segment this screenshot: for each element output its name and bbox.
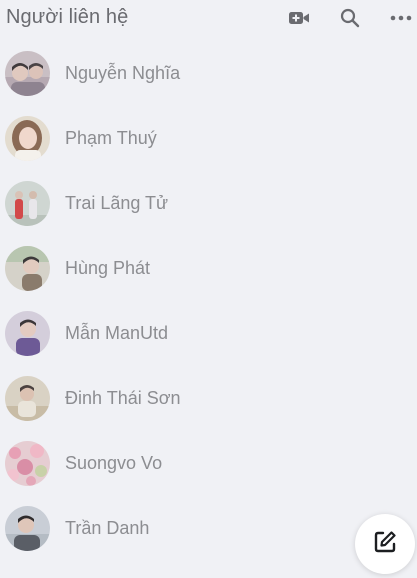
contacts-header: Người liên hệ <box>0 0 417 36</box>
avatar <box>5 311 50 356</box>
contact-name: Trần Danh <box>65 518 150 538</box>
contact-item[interactable]: Hùng Phát <box>0 236 417 301</box>
avatar <box>5 441 50 486</box>
contact-name: Phạm Thuý <box>65 128 157 148</box>
new-video-call-button[interactable] <box>286 6 312 30</box>
search-button[interactable] <box>337 6 363 30</box>
contact-item[interactable]: Suongvo Vo <box>0 431 417 496</box>
contact-item[interactable]: Nguyễn Nghĩa <box>0 41 417 106</box>
more-horizontal-icon <box>390 15 412 21</box>
video-camera-plus-icon <box>288 10 310 26</box>
avatar <box>5 506 50 551</box>
more-options-button[interactable] <box>388 6 414 30</box>
contact-item[interactable]: Trai Lãng Tử <box>0 171 417 236</box>
contact-name: Mẫn ManUtd <box>65 323 169 343</box>
contact-item[interactable]: Mẫn ManUtd <box>0 301 417 366</box>
page-title: Người liên hệ <box>6 6 129 28</box>
avatar <box>5 116 50 161</box>
contact-item[interactable]: Phạm Thuý <box>0 106 417 171</box>
contact-item[interactable]: Đinh Thái Sơn <box>0 366 417 431</box>
compose-edit-icon <box>372 529 398 560</box>
contact-name: Nguyễn Nghĩa <box>65 63 181 83</box>
contact-item[interactable]: Trần Danh <box>0 496 417 561</box>
avatar <box>5 51 50 96</box>
contact-name: Suongvo Vo <box>65 453 163 473</box>
contact-list: Nguyễn Nghĩa Phạm Thuý Trai Lãng Tử Hùng… <box>0 41 417 561</box>
contact-name: Đinh Thái Sơn <box>65 388 181 408</box>
avatar <box>5 246 50 291</box>
contact-name: Trai Lãng Tử <box>65 193 169 213</box>
compose-message-button[interactable] <box>355 514 415 574</box>
search-icon <box>340 8 360 28</box>
contact-name: Hùng Phát <box>65 258 151 278</box>
avatar <box>5 376 50 421</box>
avatar <box>5 181 50 226</box>
